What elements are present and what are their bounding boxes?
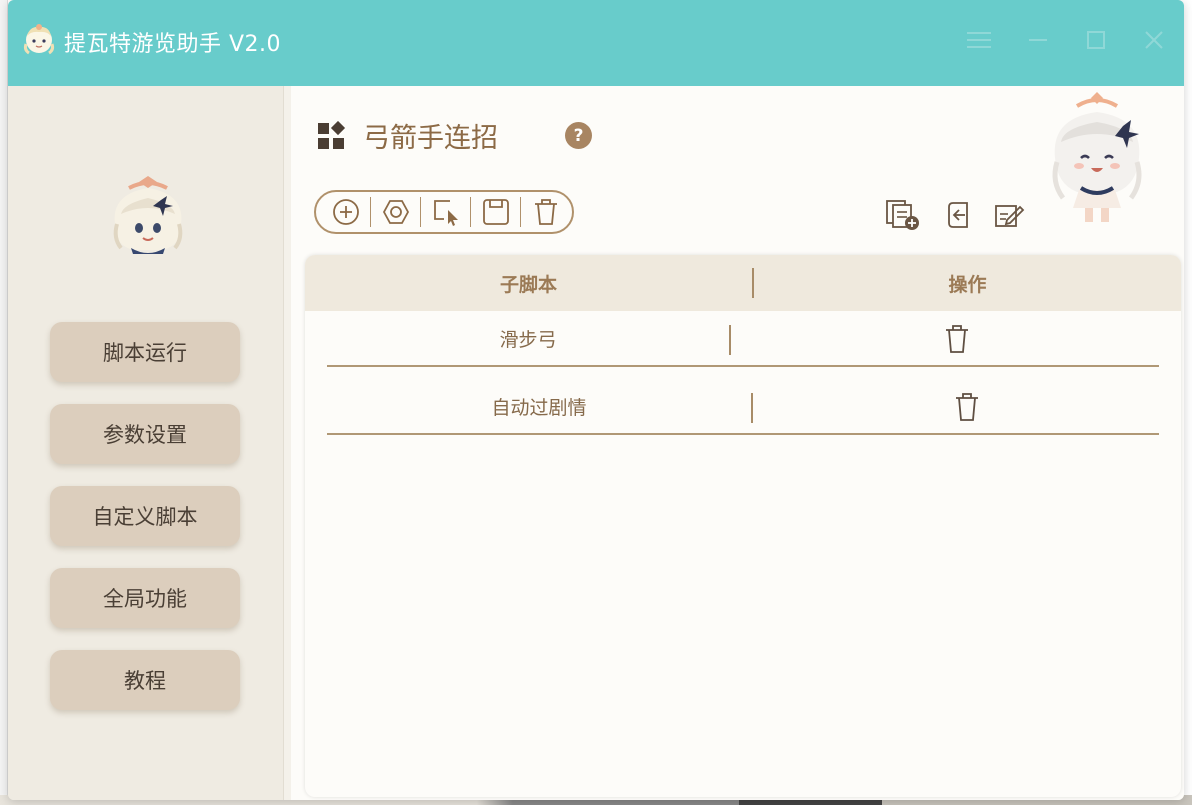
hamburger-menu-icon[interactable] — [961, 22, 997, 58]
grid-widgets-icon — [318, 121, 346, 149]
save-icon[interactable] — [478, 196, 513, 228]
column-header-sub-script: 子脚本 — [499, 273, 557, 296]
script-toolbar — [314, 190, 574, 234]
row-divider — [327, 365, 1159, 367]
add-circle-icon[interactable] — [328, 196, 363, 228]
cell-divider — [751, 393, 753, 423]
page-title: 弓箭手连招 — [363, 123, 498, 154]
table-header: 子脚本 操作 — [305, 255, 1181, 311]
background-window-edge — [0, 0, 8, 805]
nav-global-functions[interactable]: 全局功能 — [50, 568, 240, 628]
app-window: 提瓦特游览助手 V2.0 脚本运行 参数设置 自定义脚本 全局功能 教程 弓箭手… — [8, 0, 1184, 800]
select-cursor-icon[interactable] — [428, 196, 463, 228]
nav-script-run[interactable]: 脚本运行 — [50, 322, 240, 382]
trash-icon[interactable] — [528, 196, 563, 228]
minimize-icon[interactable] — [1020, 22, 1056, 58]
sidebar: 脚本运行 参数设置 自定义脚本 全局功能 教程 — [8, 86, 284, 800]
nav-custom-script[interactable]: 自定义脚本 — [50, 486, 240, 546]
close-icon[interactable] — [1136, 22, 1172, 58]
paimon-logo-icon — [23, 24, 55, 55]
table-row[interactable]: 滑步弓 — [327, 311, 1159, 367]
delete-row-trash-icon[interactable] — [942, 323, 972, 355]
nav-param-settings[interactable]: 参数设置 — [50, 404, 240, 464]
title-bar[interactable]: 提瓦特游览助手 V2.0 — [8, 0, 1184, 86]
nav-tutorial[interactable]: 教程 — [50, 650, 240, 710]
sub-script-name: 自动过剧情 — [491, 396, 587, 419]
sub-script-table: 子脚本 操作 滑步弓 自动过剧情 — [305, 255, 1181, 797]
edit-export-icon[interactable] — [991, 198, 1027, 232]
app-title: 提瓦特游览助手 V2.0 — [64, 32, 282, 57]
import-icon[interactable] — [940, 198, 976, 232]
help-icon[interactable]: ? — [565, 122, 592, 149]
paimon-avatar-icon — [113, 176, 183, 254]
maximize-icon[interactable] — [1078, 22, 1114, 58]
cell-divider — [729, 325, 731, 355]
toolbar-divider — [520, 197, 521, 227]
toolbar-divider — [370, 197, 371, 227]
delete-row-trash-icon[interactable] — [952, 391, 982, 423]
paimon-mascot-icon — [1052, 92, 1142, 222]
copy-add-icon[interactable] — [885, 198, 921, 232]
toolbar-divider — [420, 197, 421, 227]
toolbar-divider — [470, 197, 471, 227]
settings-hex-icon[interactable] — [378, 196, 413, 228]
table-row[interactable]: 自动过剧情 — [327, 379, 1159, 435]
row-divider — [327, 433, 1159, 435]
main-content: 弓箭手连招 ? 子脚本 操作 滑步弓 自动过剧情 — [291, 86, 1184, 800]
column-header-actions: 操作 — [948, 273, 987, 296]
sub-script-name: 滑步弓 — [499, 328, 557, 351]
